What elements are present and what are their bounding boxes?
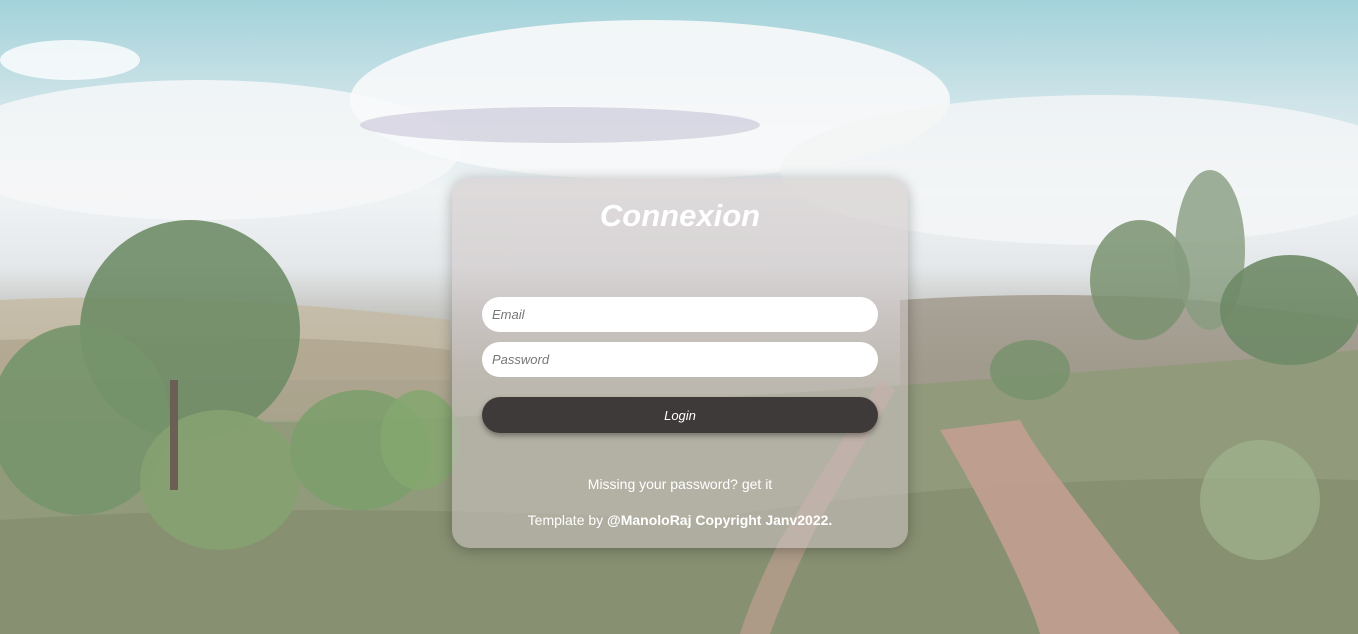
forgot-password-link[interactable]: Missing your password? get it [452, 476, 908, 492]
footer-author: @ManoloRaj Copyright Janv2022. [607, 512, 833, 528]
footer-credit: Template by @ManoloRaj Copyright Janv202… [452, 512, 908, 528]
password-input[interactable] [482, 342, 878, 377]
footer-prefix: Template by [527, 512, 608, 528]
card-title: Connexion [599, 198, 761, 233]
email-input[interactable] [482, 297, 878, 332]
login-card: Connexion Login Missing your password? g… [452, 178, 908, 548]
login-button[interactable]: Login [482, 397, 878, 433]
